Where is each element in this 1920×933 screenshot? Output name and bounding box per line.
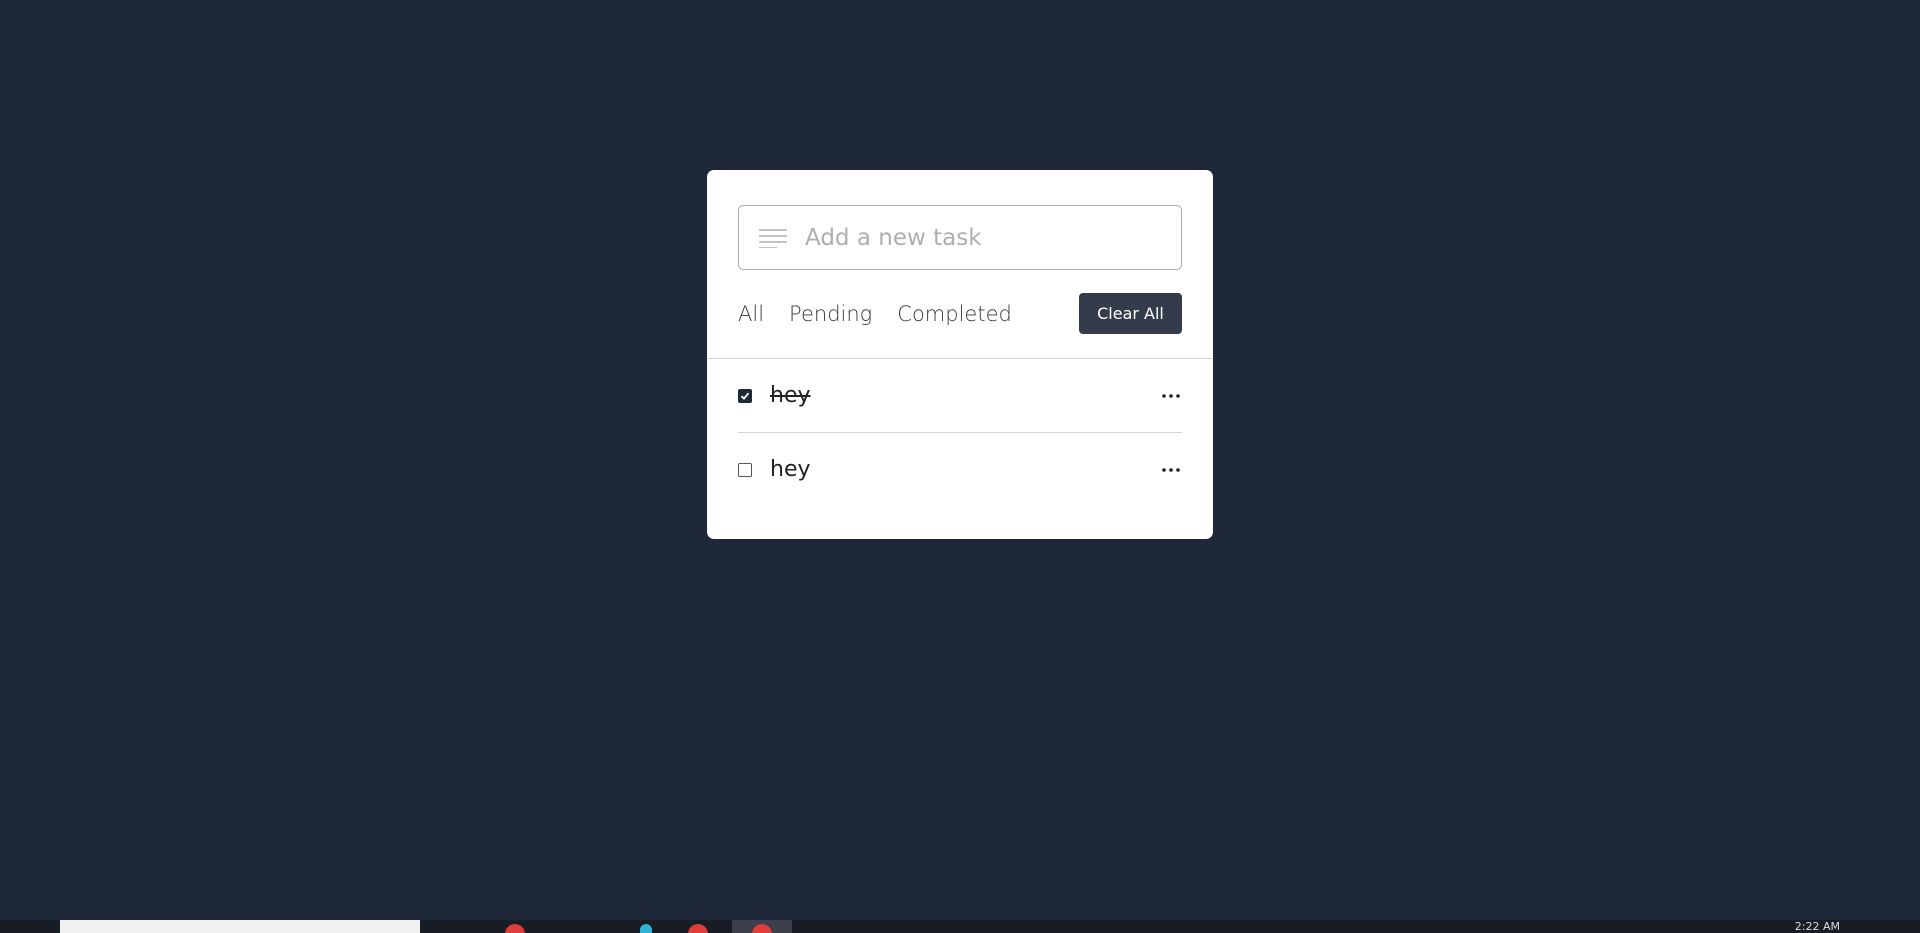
task-checkbox[interactable]: [738, 389, 752, 403]
filter-pending[interactable]: Pending: [789, 293, 872, 335]
taskbar-search[interactable]: [60, 920, 420, 933]
pinned-app-icon[interactable]: [688, 924, 708, 933]
filter-tabs: All Pending Completed: [738, 293, 1037, 335]
todo-card: All Pending Completed Clear All hey: [707, 170, 1213, 539]
filter-all[interactable]: All: [738, 293, 764, 335]
pinned-app-icon[interactable]: [505, 924, 525, 933]
task-label: hey: [770, 383, 811, 408]
ellipsis-icon[interactable]: [1160, 389, 1182, 403]
checkmark-icon: [740, 392, 750, 400]
taskbar-clock[interactable]: 2:22 AM: [1795, 920, 1840, 933]
controls-row: All Pending Completed Clear All: [738, 293, 1182, 335]
filter-completed[interactable]: Completed: [897, 293, 1012, 335]
task-item: hey: [738, 433, 1182, 507]
pinned-app-icon[interactable]: [640, 924, 652, 933]
text-lines-icon: [759, 229, 787, 248]
ellipsis-icon[interactable]: [1160, 463, 1182, 477]
taskbar: 2:22 AM: [0, 920, 1920, 933]
task-input-container[interactable]: [738, 205, 1182, 270]
task-list: hey hey: [738, 359, 1182, 507]
clear-all-button[interactable]: Clear All: [1079, 293, 1182, 334]
task-checkbox[interactable]: [738, 463, 752, 477]
new-task-input[interactable]: [805, 206, 1175, 269]
task-label: hey: [770, 457, 811, 482]
page: All Pending Completed Clear All hey: [0, 0, 1920, 933]
task-item: hey: [738, 359, 1182, 433]
